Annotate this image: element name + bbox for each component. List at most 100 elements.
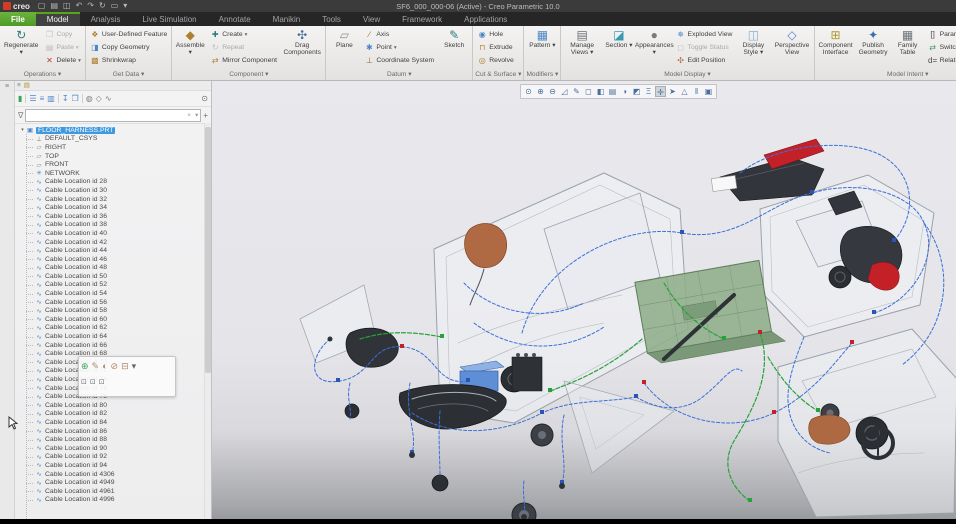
save-icon[interactable]: ◫ xyxy=(63,2,71,10)
tab-analysis[interactable]: Analysis xyxy=(80,12,132,26)
connect-icon[interactable]: ∿ xyxy=(105,94,112,103)
repaint-icon[interactable]: ✎ xyxy=(571,86,582,97)
ribbon-group-label[interactable]: Component ▾ xyxy=(174,70,323,80)
tree-item-right[interactable]: ▱RIGHT xyxy=(15,143,211,152)
regenerate-quick-icon[interactable]: ↻ xyxy=(99,2,106,10)
navigator-toggle-icon[interactable]: ≡ xyxy=(17,81,21,90)
tree-item-cable-location-id-48[interactable]: ∿Cable Location id 48 xyxy=(15,264,211,273)
navigator-toggle-icon[interactable]: ≡ xyxy=(0,83,14,90)
view-option-icon[interactable]: ⊡ xyxy=(99,378,105,386)
ribbon-group-label[interactable]: Modifiers ▾ xyxy=(526,70,558,80)
ribbon-group-label[interactable]: Cut & Surface ▾ xyxy=(475,70,521,80)
delete-button[interactable]: ✕Delete▾ xyxy=(42,54,82,67)
tree-item-cable-location-id-40[interactable]: ∿Cable Location id 40 xyxy=(15,229,211,238)
shrinkwrap-button[interactable]: ▩Shrinkwrap xyxy=(88,54,169,67)
appearance-gallery-icon[interactable]: ◍ xyxy=(86,94,93,103)
display-style-small-icon[interactable]: ◧ xyxy=(595,86,606,97)
collapse-all-icon[interactable]: ≡ xyxy=(40,94,45,103)
section-button[interactable]: ◪Section ▾ xyxy=(603,27,635,70)
tree-item-cable-location-id-32[interactable]: ∿Cable Location id 32 xyxy=(15,195,211,204)
previous-view-icon[interactable]: ◿ xyxy=(559,86,570,97)
tree-item-cable-location-id-84[interactable]: ∿Cable Location id 84 xyxy=(15,418,211,427)
zoom-in-icon[interactable]: ⊕ xyxy=(535,86,546,97)
tree-item-cable-location-id-4949[interactable]: ∿Cable Location id 4949 xyxy=(15,478,211,487)
tree-item-network[interactable]: ✳NETWORK xyxy=(15,169,211,178)
folder-tab-icon[interactable]: ▤ xyxy=(24,81,30,90)
pattern-button[interactable]: ▦Pattern ▾ xyxy=(526,27,558,70)
tree-scrollbar-thumb[interactable] xyxy=(205,127,211,373)
tab-framework[interactable]: Framework xyxy=(391,12,453,26)
user-defined-feature-button[interactable]: ❖User-Defined Feature xyxy=(88,28,169,41)
family-table-button[interactable]: ▦Family Table xyxy=(892,27,924,70)
tree-item-cable-location-id-4961[interactable]: ∿Cable Location id 4961 xyxy=(15,487,211,496)
tree-item-cable-location-id-28[interactable]: ∿Cable Location id 28 xyxy=(15,178,211,187)
drag-components-button[interactable]: ✣Drag Components xyxy=(281,27,323,70)
view-window-icon[interactable]: ▣ xyxy=(703,86,714,97)
ribbon-group-label[interactable]: Model Display ▾ xyxy=(563,70,811,80)
edit-position-button[interactable]: ✣Edit Position xyxy=(674,54,735,67)
publish-geometry-button[interactable]: ✦Publish Geometry xyxy=(857,27,890,70)
plane-button[interactable]: ▱Plane xyxy=(328,27,360,70)
pause-icon[interactable]: ‖ xyxy=(691,86,702,97)
repeat-button[interactable]: ↻Repeat xyxy=(208,41,279,54)
zoom-out-icon[interactable]: ⊖ xyxy=(547,86,558,97)
exploded-view-button[interactable]: ✵Exploded View xyxy=(674,28,735,41)
ribbon-group-label[interactable]: Get Data ▾ xyxy=(88,70,169,80)
tree-item-cable-location-id-50[interactable]: ∿Cable Location id 50 xyxy=(15,272,211,281)
revolve-button[interactable]: ◎Revolve xyxy=(475,54,516,67)
tree-item-cable-location-id-4306[interactable]: ∿Cable Location id 4306 xyxy=(15,470,211,479)
manage-views-button[interactable]: ▤Manage Views ▾ xyxy=(563,27,601,70)
tree-scrollbar[interactable] xyxy=(204,123,211,519)
assemble-button[interactable]: ◆Assemble ▾ xyxy=(174,27,206,70)
tree-item-default-csys[interactable]: ⊥DEFAULT_CSYS xyxy=(15,135,211,144)
switch-dimensions-button[interactable]: ⇄Switch Dimensions xyxy=(926,41,956,54)
tree-item-cable-location-id-34[interactable]: ∿Cable Location id 34 xyxy=(15,203,211,212)
ribbon-group-label[interactable]: Model Intent ▾ xyxy=(817,70,956,80)
tree-item-cable-location-id-38[interactable]: ∿Cable Location id 38 xyxy=(15,221,211,230)
search-icon[interactable]: ⊙ xyxy=(201,94,208,103)
toggle-status-button[interactable]: ◻Toggle Status xyxy=(674,41,735,54)
new-file-icon[interactable]: ▢ xyxy=(38,2,46,10)
expand-caret-icon[interactable]: ▾ xyxy=(19,127,26,133)
copy-button[interactable]: ❐Copy xyxy=(42,28,82,41)
tree-item-cable-location-id-58[interactable]: ∿Cable Location id 58 xyxy=(15,306,211,315)
ribbon-group-label[interactable]: Datum ▾ xyxy=(328,70,470,80)
hidden-line-icon[interactable]: ◩ xyxy=(631,86,642,97)
more-caret-icon[interactable]: ▾ xyxy=(132,361,137,372)
axis-button[interactable]: ∕Axis xyxy=(362,28,436,41)
annotations-icon[interactable]: Ξ xyxy=(643,86,654,97)
tab-view[interactable]: View xyxy=(352,12,391,26)
redo-icon[interactable]: ↷ xyxy=(87,2,94,10)
view-option-icon[interactable]: ⊡ xyxy=(81,378,87,386)
tree-item-cable-location-id-82[interactable]: ∿Cable Location id 82 xyxy=(15,410,211,419)
display-style-button[interactable]: ◫Display Style ▾ xyxy=(736,27,770,70)
tree-filter-icon[interactable]: ↧ xyxy=(62,94,69,103)
extrude-button[interactable]: ⊓Extrude xyxy=(475,41,516,54)
filter-add-button[interactable]: + xyxy=(203,111,208,120)
create-button[interactable]: ✚Create▾ xyxy=(208,28,279,41)
tree-item-cable-location-id-60[interactable]: ∿Cable Location id 60 xyxy=(15,315,211,324)
confirm-icon[interactable]: ⊕ xyxy=(81,361,89,372)
component-interface-button[interactable]: ⊞Component Interface xyxy=(817,27,855,70)
tab-tools[interactable]: Tools xyxy=(311,12,352,26)
relations-button[interactable]: d=Relations xyxy=(926,54,956,67)
spin-center-icon[interactable]: ✛ xyxy=(655,86,666,97)
tree-item-cable-location-id-30[interactable]: ∿Cable Location id 30 xyxy=(15,186,211,195)
tab-manikin[interactable]: Manikin xyxy=(262,12,312,26)
perspective-view-button[interactable]: ◇Perspective View xyxy=(772,27,811,70)
coordinate-system-button[interactable]: ⊥Coordinate System xyxy=(362,54,436,67)
tree-item-cable-location-id-54[interactable]: ∿Cable Location id 54 xyxy=(15,289,211,298)
open-icon[interactable]: ▤ xyxy=(50,2,58,10)
window-icon[interactable]: ▭ xyxy=(111,2,119,10)
tree-item-cable-location-id-86[interactable]: ∿Cable Location id 86 xyxy=(15,427,211,436)
saved-views-icon[interactable]: ▤ xyxy=(607,86,618,97)
tree-item-cable-location-id-42[interactable]: ∿Cable Location id 42 xyxy=(15,238,211,247)
datum-display-icon[interactable]: △ xyxy=(679,86,690,97)
tree-item-cable-location-id-92[interactable]: ∿Cable Location id 92 xyxy=(15,453,211,462)
show-part-icon[interactable]: ▮ xyxy=(18,94,22,103)
tree-item-cable-location-id-66[interactable]: ∿Cable Location id 66 xyxy=(15,341,211,350)
view-option-icon[interactable]: ⊡ xyxy=(90,378,96,386)
tab-model[interactable]: Model xyxy=(36,12,80,26)
ribbon-group-label[interactable]: Operations ▾ xyxy=(2,70,83,80)
tree-columns-icon[interactable]: ▥ xyxy=(47,94,55,103)
